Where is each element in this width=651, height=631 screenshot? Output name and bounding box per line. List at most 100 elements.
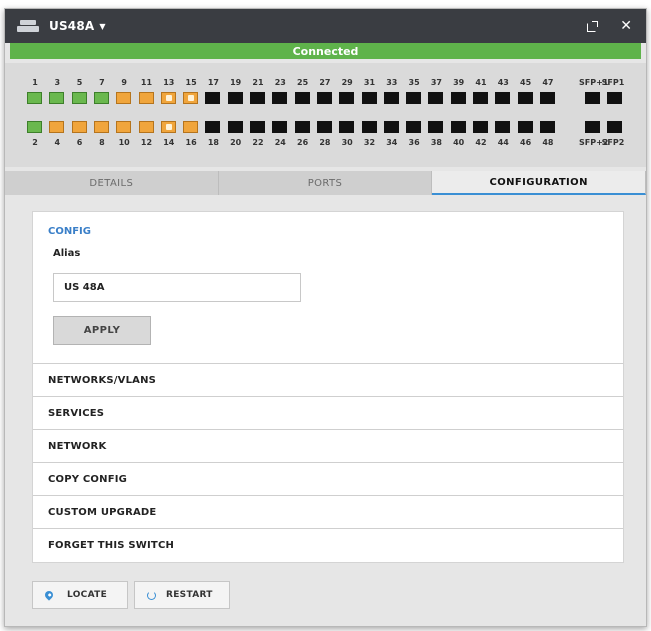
port-label-40: 40	[453, 138, 465, 147]
section-forget-switch[interactable]: FORGET THIS SWITCH	[33, 529, 623, 562]
port-7[interactable]	[93, 92, 109, 104]
port-29[interactable]	[339, 92, 355, 104]
port-41[interactable]	[473, 92, 488, 104]
port-1[interactable]	[27, 92, 42, 104]
port-37[interactable]	[428, 92, 444, 104]
port-label-48: 48	[542, 138, 554, 147]
port-label-20: 20	[230, 138, 242, 147]
port-22[interactable]	[250, 121, 265, 133]
port-24[interactable]	[272, 121, 288, 133]
alias-label: Alias	[53, 248, 81, 259]
port-20[interactable]	[227, 121, 243, 133]
chevron-down-icon[interactable]: ▼	[99, 22, 105, 31]
port-label-12: 12	[140, 138, 153, 147]
port-label-2: 2	[32, 138, 38, 147]
port-38[interactable]	[428, 121, 444, 133]
restart-button[interactable]: RESTART	[134, 581, 230, 609]
port-4[interactable]	[49, 121, 65, 133]
popout-icon[interactable]	[587, 20, 599, 32]
port-sfp1[interactable]	[607, 92, 622, 104]
port-35[interactable]	[406, 92, 422, 104]
port-label-10: 10	[118, 138, 130, 147]
port-label-38: 38	[430, 138, 442, 147]
port-label-17: 17	[207, 78, 219, 87]
port-27[interactable]	[316, 92, 332, 104]
port-sfpplus1[interactable]	[585, 92, 600, 104]
tab-configuration[interactable]: CONFIGURATION	[432, 171, 647, 195]
port-6[interactable]	[71, 121, 87, 133]
locate-button[interactable]: LOCATE	[32, 581, 128, 609]
port-47[interactable]	[539, 92, 555, 104]
config-heading[interactable]: CONFIG	[48, 226, 91, 237]
port-33[interactable]	[383, 92, 399, 104]
port-46[interactable]	[517, 121, 533, 133]
section-custom-upgrade[interactable]: CUSTOM UPGRADE	[33, 496, 623, 529]
sfp-label-sfp2: SFP2	[601, 138, 625, 147]
port-21[interactable]	[250, 92, 265, 104]
port-44[interactable]	[495, 121, 511, 133]
port-label-23: 23	[274, 78, 286, 87]
close-icon[interactable]: ✕	[620, 19, 632, 33]
port-label-42: 42	[475, 138, 487, 147]
config-section: CONFIG Alias APPLY	[33, 212, 623, 364]
port-31[interactable]	[361, 92, 377, 104]
locate-label: LOCATE	[67, 590, 108, 600]
port-label-6: 6	[76, 138, 83, 147]
port-25[interactable]	[294, 92, 310, 104]
port-45[interactable]	[517, 92, 533, 104]
port-sfpplus2[interactable]	[585, 121, 600, 133]
port-label-28: 28	[319, 138, 331, 147]
sfp-label-sfp1: SFP1	[601, 78, 625, 87]
port-18[interactable]	[205, 121, 221, 133]
port-28[interactable]	[316, 121, 332, 133]
port-34[interactable]	[383, 121, 399, 133]
apply-button[interactable]: APPLY	[53, 316, 151, 345]
restart-icon	[147, 590, 156, 600]
section-networks-vlans[interactable]: NETWORKS/VLANS	[33, 364, 623, 397]
port-26[interactable]	[294, 121, 310, 133]
alias-input[interactable]	[53, 273, 301, 302]
port-42[interactable]	[473, 121, 488, 133]
port-10[interactable]	[116, 121, 132, 133]
port-48[interactable]	[539, 121, 555, 133]
port-16[interactable]	[183, 121, 199, 133]
port-label-43: 43	[497, 78, 509, 87]
port-sfp2[interactable]	[607, 121, 622, 133]
port-19[interactable]	[227, 92, 243, 104]
port-label-32: 32	[363, 138, 376, 147]
port-label-16: 16	[185, 138, 197, 147]
port-3[interactable]	[49, 92, 65, 104]
section-copy-config[interactable]: COPY CONFIG	[33, 463, 623, 496]
port-label-41: 41	[475, 78, 487, 87]
port-13[interactable]	[160, 92, 176, 104]
port-label-31: 31	[363, 78, 376, 87]
port-36[interactable]	[406, 121, 422, 133]
port-12[interactable]	[138, 121, 154, 133]
port-label-29: 29	[341, 78, 353, 87]
port-39[interactable]	[450, 92, 466, 104]
device-name-dropdown[interactable]: US48A	[49, 19, 94, 33]
switch-device-icon	[17, 20, 39, 32]
section-network[interactable]: NETWORK	[33, 430, 623, 463]
port-23[interactable]	[272, 92, 288, 104]
port-14[interactable]	[160, 121, 176, 133]
port-40[interactable]	[450, 121, 466, 133]
port-label-35: 35	[408, 78, 420, 87]
tab-details[interactable]: DETAILS	[5, 171, 219, 195]
port-label-9: 9	[121, 78, 127, 87]
port-43[interactable]	[495, 92, 511, 104]
port-11[interactable]	[138, 92, 154, 104]
port-5[interactable]	[71, 92, 87, 104]
port-label-row-top: 1 3 5 7 9 11 13 15 17 19 21 23 25 27 29 31 33 35 37 39 41 43 4…	[5, 78, 646, 88]
section-services[interactable]: SERVICES	[33, 397, 623, 430]
port-9[interactable]	[116, 92, 132, 104]
tab-ports[interactable]: PORTS	[219, 171, 433, 195]
port-15[interactable]	[183, 92, 199, 104]
port-8[interactable]	[93, 121, 109, 133]
action-bar: LOCATE RESTART	[32, 581, 230, 609]
tab-bar: DETAILS PORTS CONFIGURATION	[5, 171, 647, 195]
port-2[interactable]	[27, 121, 42, 133]
port-32[interactable]	[361, 121, 377, 133]
port-30[interactable]	[339, 121, 355, 133]
port-17[interactable]	[205, 92, 221, 104]
